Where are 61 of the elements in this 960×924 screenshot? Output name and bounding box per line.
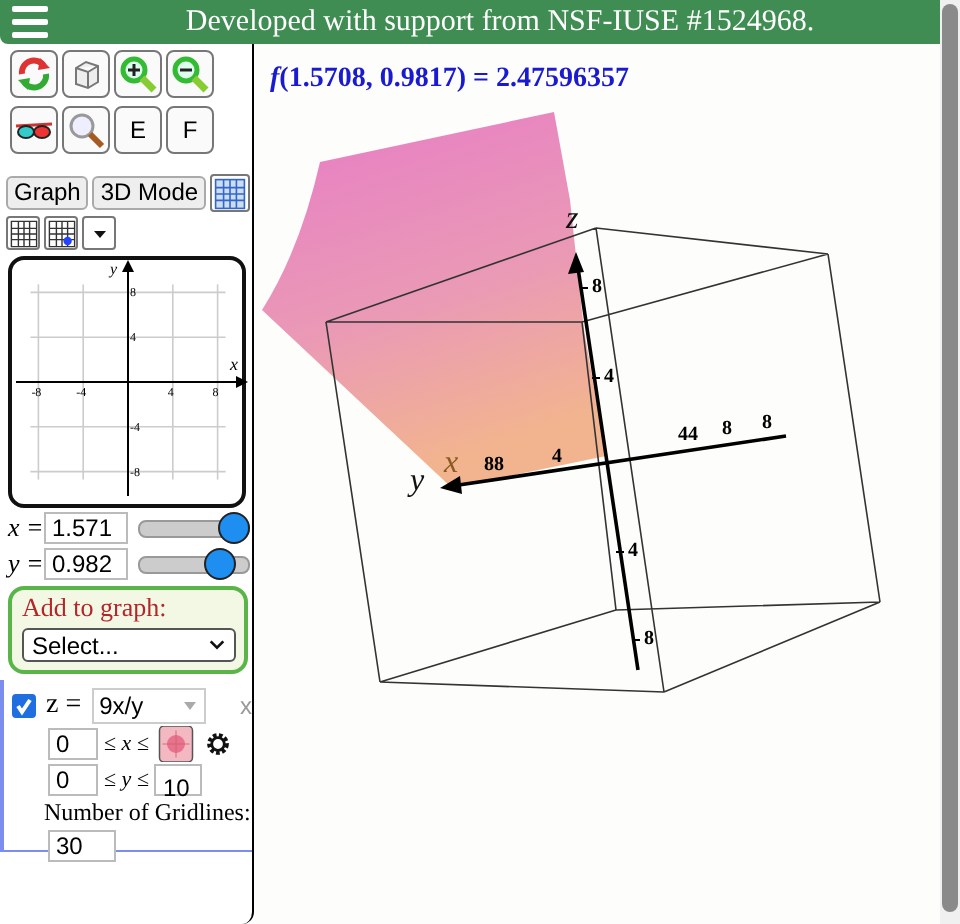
range-label: ≤ y ≤ [104, 768, 149, 792]
tick-label: 8 [762, 412, 772, 434]
mode-button[interactable]: Graph [6, 176, 89, 210]
gear-icon [204, 730, 233, 758]
slider-thumb[interactable] [218, 511, 251, 543]
tick-label: 4 [628, 540, 638, 562]
zoom-in-button[interactable] [114, 50, 162, 98]
glasses-button[interactable] [10, 106, 58, 154]
variable-label: x = [8, 511, 44, 543]
tick-label: 8 [592, 276, 602, 298]
function-value: f(1.5708, 0.9817) = 2.47596357 [268, 62, 631, 98]
tick-label: 88 [484, 454, 504, 476]
min-field[interactable]: 0 [48, 728, 98, 760]
magnifier-button[interactable] [62, 106, 110, 154]
grid-button[interactable] [210, 174, 251, 212]
color-swatch[interactable] [154, 726, 199, 762]
grid-icon [9, 219, 37, 247]
min-field[interactable]: 0 [48, 764, 98, 796]
variable-label: y = [8, 547, 44, 579]
tick-label: 4 [552, 446, 562, 468]
slider-track[interactable] [138, 509, 250, 545]
scrollbar[interactable] [940, 0, 960, 924]
grid-point-icon [47, 219, 75, 247]
zoom-in-icon [118, 54, 158, 94]
add-select[interactable]: Select... [22, 628, 236, 662]
tick-label: 4 [604, 366, 614, 388]
variable-label: z = [46, 690, 82, 722]
slider-thumb[interactable] [204, 547, 237, 579]
value-field[interactable]: 1.571 [44, 511, 128, 543]
slider-track[interactable] [138, 545, 250, 581]
gridlines-field[interactable]: 30 [48, 830, 116, 862]
axis-label: z [566, 202, 579, 236]
letter-button[interactable]: E [114, 106, 162, 154]
zoom-out-icon [170, 54, 210, 94]
axis-label: y [110, 260, 118, 278]
formula-field[interactable]: 9x/y [91, 688, 206, 724]
tick-label: 44 [678, 424, 698, 446]
axis-label: x [444, 446, 459, 480]
grid-icon [214, 177, 247, 209]
mode-button[interactable]: 3D Mode [92, 176, 207, 210]
range-label: ≤ x ≤ [104, 732, 149, 756]
tick-label: 8 [722, 418, 732, 440]
zoom-out-button[interactable] [166, 50, 214, 98]
box-view-button[interactable] [62, 50, 110, 98]
max-field[interactable]: 10 [154, 764, 203, 796]
dropdown-button[interactable] [82, 216, 116, 250]
circular-arrows-icon [14, 54, 54, 94]
chevron-down-icon [208, 636, 226, 654]
gridlines-label: Number of Gridlines: [44, 798, 251, 828]
letter-button[interactable]: F [166, 106, 214, 154]
rotate-button[interactable] [10, 50, 58, 98]
checkbox[interactable] [12, 694, 36, 718]
grid-button[interactable] [6, 216, 40, 250]
point-grid-button[interactable] [44, 216, 78, 250]
value-field[interactable]: 0.982 [44, 547, 128, 579]
axis-label: y [410, 464, 425, 498]
add-label: Add to graph: [22, 592, 169, 624]
tick-label: 8 [644, 628, 654, 650]
axis-label: x [230, 354, 238, 374]
banner-text: Developed with support from NSF-IUSE #1524968. [183, 5, 817, 39]
magnifier-icon [66, 110, 106, 150]
